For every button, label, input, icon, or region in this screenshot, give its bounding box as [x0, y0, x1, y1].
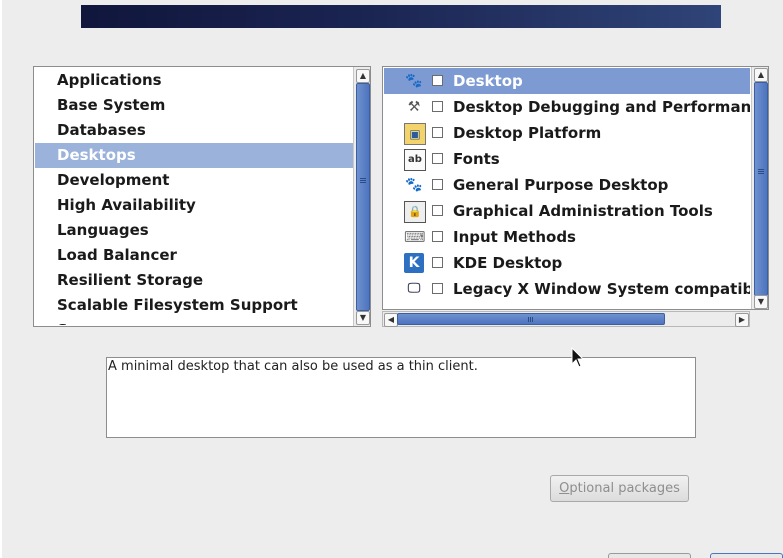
package-list-panel: 🐾 Desktop ⚒ Desktop Debugging and Performan…: [382, 66, 769, 310]
package-group-label: General Purpose Desktop: [453, 176, 669, 194]
button-label: ptional packages: [569, 481, 680, 496]
package-group-checkbox[interactable]: [432, 153, 443, 164]
category-item[interactable]: Databases: [35, 118, 353, 143]
package-selection-screen: Applications Base System Databases Desktops…: [0, 0, 783, 558]
package-group-label: Remote Desktop Clients: [453, 302, 656, 308]
category-item[interactable]: Scalable Filesystem Support: [35, 293, 353, 318]
package-group-checkbox[interactable]: [432, 231, 443, 242]
description-text: A minimal desktop that can also be used …: [108, 359, 478, 374]
category-list: Applications Base System Databases Desktops…: [35, 68, 353, 325]
package-group-label: Desktop Debugging and Performance Tools: [453, 98, 750, 116]
keyboard-icon: ⌨: [404, 228, 426, 246]
package-group-label: Input Methods: [453, 228, 576, 246]
grip-line: [758, 169, 764, 170]
grip-line: [360, 178, 366, 179]
fonts-icon: ab: [404, 149, 426, 171]
category-item[interactable]: Load Balancer: [35, 243, 353, 268]
package-group-label: Desktop: [453, 72, 523, 90]
category-item[interactable]: Desktops: [35, 143, 353, 168]
grip-line: [360, 182, 366, 183]
window-edge: [0, 0, 2, 558]
package-horizontal-scrollbar[interactable]: ◀ ▶: [382, 311, 750, 327]
category-vertical-scrollbar[interactable]: ▲ ▼: [353, 67, 370, 326]
installer-banner: [81, 5, 721, 28]
package-group-item[interactable]: ab Fonts: [384, 146, 750, 172]
optional-packages-button[interactable]: Optional packages: [550, 475, 689, 502]
grip-line: [758, 173, 764, 174]
category-list-panel: Applications Base System Databases Desktops…: [33, 66, 371, 327]
package-group-checkbox[interactable]: [432, 101, 443, 112]
next-button[interactable]: [710, 553, 783, 558]
grip-line: [360, 180, 366, 181]
category-item[interactable]: Languages: [35, 218, 353, 243]
package-group-label: Desktop Platform: [453, 124, 602, 142]
package-group-item[interactable]: ▣ Desktop Platform: [384, 120, 750, 146]
package-group-item[interactable]: 🐾 Desktop: [384, 68, 750, 94]
category-item[interactable]: S: [35, 318, 353, 325]
package-group-item[interactable]: K KDE Desktop: [384, 250, 750, 276]
gnome-foot-icon: 🐾: [405, 73, 423, 89]
package-group-label: Fonts: [453, 150, 500, 168]
monitor-icon: 🖵: [404, 305, 424, 308]
scroll-down-arrow-icon[interactable]: ▼: [754, 295, 768, 309]
monitor-icon: 🖵: [407, 281, 421, 296]
package-group-item[interactable]: ⚒ Desktop Debugging and Performance Tools: [384, 94, 750, 120]
category-item[interactable]: Applications: [35, 68, 353, 93]
grip-line: [758, 171, 764, 172]
category-item[interactable]: Development: [35, 168, 353, 193]
package-list: 🐾 Desktop ⚒ Desktop Debugging and Performan…: [384, 68, 750, 308]
category-item[interactable]: Resilient Storage: [35, 268, 353, 293]
package-group-checkbox[interactable]: [432, 257, 443, 268]
admin-lock-icon: 🔒: [404, 201, 426, 223]
package-group-checkbox[interactable]: [432, 75, 443, 86]
kde-icon: K: [404, 253, 424, 273]
grip-line: [530, 317, 531, 322]
package-group-label: Legacy X Window System compatibility: [453, 280, 750, 298]
grip-line: [528, 317, 529, 322]
mouse-pointer-icon: [571, 347, 585, 368]
gnome-foot-icon: 🐾: [405, 177, 423, 193]
button-access-key: O: [559, 481, 570, 496]
package-group-item[interactable]: 🔒 Graphical Administration Tools: [384, 198, 750, 224]
package-horizontal-scroll-thumb[interactable]: [397, 313, 665, 325]
package-group-label: Graphical Administration Tools: [453, 202, 713, 220]
category-scroll-thumb[interactable]: [356, 83, 370, 311]
package-scroll-thumb[interactable]: [754, 82, 768, 296]
group-description: A minimal desktop that can also be used …: [106, 357, 696, 438]
platform-icon: ▣: [404, 123, 426, 145]
category-item[interactable]: Base System: [35, 93, 353, 118]
package-group-item[interactable]: 🖵 Remote Desktop Clients: [384, 302, 750, 308]
package-vertical-scrollbar[interactable]: ▲ ▼: [751, 67, 768, 309]
package-group-checkbox[interactable]: [432, 127, 443, 138]
scroll-up-arrow-icon[interactable]: ▲: [754, 68, 768, 82]
package-group-item[interactable]: ⌨ Input Methods: [384, 224, 750, 250]
package-group-label: KDE Desktop: [453, 254, 563, 272]
scroll-right-arrow-icon[interactable]: ▶: [735, 313, 749, 327]
package-group-checkbox[interactable]: [432, 283, 443, 294]
back-button[interactable]: [608, 553, 691, 558]
package-group-item[interactable]: 🖵 Legacy X Window System compatibility: [384, 276, 750, 302]
grip-line: [532, 317, 533, 322]
scroll-up-arrow-icon[interactable]: ▲: [356, 69, 370, 83]
category-item[interactable]: High Availability: [35, 193, 353, 218]
scroll-down-arrow-icon[interactable]: ▼: [356, 311, 370, 325]
package-group-checkbox[interactable]: [432, 205, 443, 216]
package-group-checkbox[interactable]: [432, 179, 443, 190]
tools-icon: ⚒: [407, 99, 421, 115]
scroll-left-arrow-icon[interactable]: ◀: [384, 313, 398, 327]
package-group-item[interactable]: 🐾 General Purpose Desktop: [384, 172, 750, 198]
